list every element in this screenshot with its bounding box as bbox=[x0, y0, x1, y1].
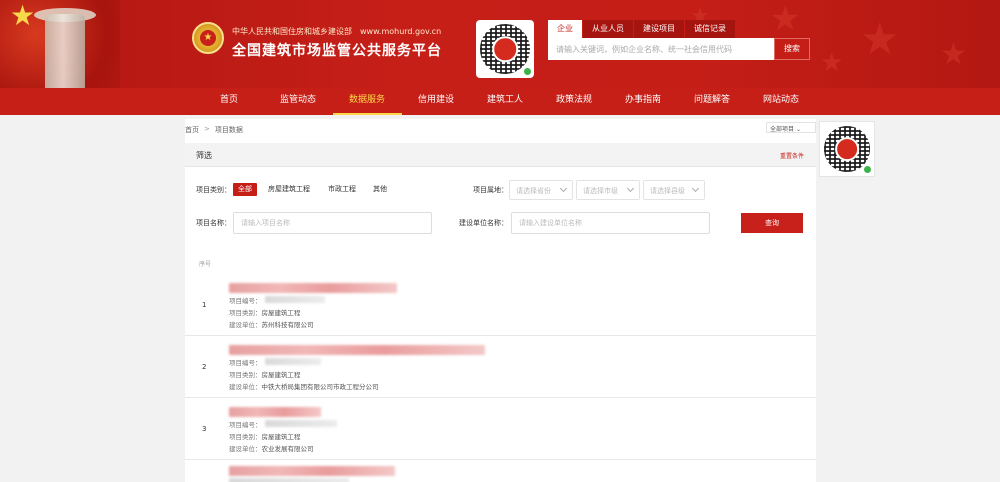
builder-label: 建设单位： bbox=[229, 445, 262, 453]
code-label: 项目编号： bbox=[229, 297, 262, 305]
county-select[interactable]: 请选择县级 bbox=[643, 180, 705, 200]
search-tab-project[interactable]: 建设项目 bbox=[634, 20, 684, 38]
ministry-name: 中华人民共和国住房和城乡建设部 www.mohurd.gov.cn bbox=[232, 26, 441, 37]
builder-name-label: 建设单位名称： bbox=[459, 219, 508, 227]
table-row[interactable]: 2 项目编号： 项目类别：房屋建筑工程 建设单位：中铁大桥局集团有限公司市政工程… bbox=[185, 336, 816, 398]
county-select-text: 请选择县级 bbox=[650, 187, 685, 195]
project-type-label: 项目类别： bbox=[196, 186, 231, 194]
redacted-project-code bbox=[265, 358, 321, 365]
redacted-project-title[interactable] bbox=[229, 466, 395, 476]
project-name-label: 项目名称： bbox=[196, 219, 231, 227]
chevron-down-icon bbox=[691, 184, 700, 193]
chevron-down-icon bbox=[559, 184, 568, 193]
project-region-label: 项目属地： bbox=[473, 186, 508, 194]
star-icon: ★ bbox=[10, 0, 36, 32]
huabiao-pillar-decoration bbox=[45, 14, 85, 88]
reset-filter-button[interactable]: 重置条件 bbox=[780, 151, 804, 160]
breadcrumb-current: 项目数据 bbox=[214, 126, 243, 134]
province-select-text: 请选择省份 bbox=[516, 187, 551, 195]
type-option-building[interactable]: 房屋建筑工程 bbox=[263, 183, 315, 196]
row-index: 3 bbox=[202, 425, 207, 433]
breadcrumb-home[interactable]: 首页 bbox=[185, 125, 199, 135]
query-button[interactable]: 查询 bbox=[741, 213, 803, 233]
search-tab-enterprise[interactable]: 企业 bbox=[548, 20, 582, 38]
breadcrumb-separator-icon: > bbox=[204, 125, 210, 133]
floating-qr-code bbox=[819, 121, 875, 177]
site-title: 全国建筑市场监管公共服务平台 bbox=[232, 43, 442, 59]
search-tab-credit[interactable]: 诚信记录 bbox=[685, 20, 735, 38]
type-option-all[interactable]: 全部 bbox=[233, 183, 257, 196]
nav-item-workers[interactable]: 建筑工人 bbox=[471, 88, 540, 115]
category-label: 项目类别： bbox=[229, 309, 262, 317]
search-tab-personnel[interactable]: 从业人员 bbox=[583, 20, 633, 38]
table-row[interactable]: 1 项目编号： 项目类别：房屋建筑工程 建设单位：苏州科技有限公司 bbox=[185, 274, 816, 336]
background-star-icon: ★ bbox=[770, 0, 801, 39]
project-name-input[interactable] bbox=[233, 212, 432, 234]
chevron-down-icon bbox=[626, 184, 635, 193]
builder-value: 农业发展有限公司 bbox=[261, 445, 314, 453]
redacted-project-title[interactable] bbox=[229, 345, 485, 355]
wechat-icon bbox=[863, 165, 872, 174]
nav-item-policy[interactable]: 政策法规 bbox=[540, 88, 609, 115]
nav-item-home[interactable]: 首页 bbox=[195, 88, 264, 115]
breadcrumb: 首页 > 项目数据 bbox=[185, 125, 243, 135]
nav-item-data-service[interactable]: 数据服务 bbox=[332, 88, 402, 115]
redacted-project-title[interactable] bbox=[229, 407, 321, 417]
nav-item-faq[interactable]: 问题解答 bbox=[678, 88, 747, 115]
redacted-project-title[interactable] bbox=[229, 283, 397, 293]
background-star-icon: ★ bbox=[940, 37, 967, 72]
index-column-header: 序号 bbox=[199, 261, 212, 268]
category-label: 项目类别： bbox=[229, 371, 262, 379]
table-row[interactable] bbox=[185, 460, 816, 482]
filter-header: 筛选 重置条件 bbox=[185, 143, 816, 167]
city-select-text: 请选择市级 bbox=[583, 187, 618, 195]
search-input[interactable] bbox=[548, 38, 774, 60]
type-option-municipal[interactable]: 市政工程 bbox=[323, 183, 361, 196]
builder-label: 建设单位： bbox=[229, 383, 262, 391]
table-row[interactable]: 3 项目编号： 项目类别：房屋建筑工程 建设单位：农业发展有限公司 bbox=[185, 398, 816, 460]
main-content: 首页 > 项目数据 筛选 重置条件 项目类别： 全部 房屋建筑工程 市政工程 其… bbox=[185, 119, 816, 482]
row-index: 2 bbox=[202, 363, 207, 371]
nav-item-site-news[interactable]: 网站动态 bbox=[747, 88, 816, 115]
row-index: 1 bbox=[202, 301, 207, 309]
code-label: 项目编号： bbox=[229, 421, 262, 429]
national-emblem-logo[interactable]: ★ bbox=[192, 22, 224, 54]
builder-name-input[interactable] bbox=[511, 212, 710, 234]
province-select[interactable]: 请选择省份 bbox=[509, 180, 573, 200]
search-box: 搜索 bbox=[548, 38, 810, 60]
project-scope-select[interactable]: 全部项目 ⌄ bbox=[766, 122, 816, 133]
project-scope-text: 全部项目 bbox=[770, 126, 795, 133]
city-select[interactable]: 请选择市级 bbox=[576, 180, 640, 200]
ministry-url[interactable]: www.mohurd.gov.cn bbox=[360, 27, 441, 36]
app-qr-code bbox=[476, 20, 534, 78]
redacted-project-code bbox=[265, 296, 325, 303]
ministry-label: 中华人民共和国住房和城乡建设部 bbox=[232, 27, 352, 36]
search-tabs: 企业 从业人员 建设项目 诚信记录 bbox=[548, 20, 736, 38]
breadcrumb-bar: 首页 > 项目数据 bbox=[185, 119, 816, 141]
nav-item-regulation-news[interactable]: 监管动态 bbox=[264, 88, 333, 115]
code-label: 项目编号： bbox=[229, 359, 262, 367]
category-value: 房屋建筑工程 bbox=[261, 309, 301, 317]
category-value: 房屋建筑工程 bbox=[261, 433, 301, 441]
category-value: 房屋建筑工程 bbox=[261, 371, 301, 379]
nav-item-credit[interactable]: 信用建设 bbox=[402, 88, 471, 115]
search-button[interactable]: 搜索 bbox=[774, 38, 810, 60]
background-star-icon: ★ bbox=[820, 48, 844, 78]
redacted-project-code bbox=[265, 420, 337, 427]
background-star-icon: ★ bbox=[860, 14, 900, 65]
wechat-icon bbox=[523, 67, 532, 76]
filter-title: 筛选 bbox=[196, 151, 212, 160]
nav-item-guide[interactable]: 办事指南 bbox=[609, 88, 678, 115]
builder-value: 中铁大桥局集团有限公司市政工程分公司 bbox=[261, 383, 379, 391]
type-option-other[interactable]: 其他 bbox=[368, 183, 392, 196]
main-nav: 首页 监管动态 数据服务 信用建设 建筑工人 政策法规 办事指南 问题解答 网站… bbox=[0, 88, 1000, 115]
chevron-down-icon: ⌄ bbox=[795, 126, 801, 133]
site-header: ★ ★ ★ ★ ★ ★ ★ 中华人民共和国住房和城乡建设部 www.mohurd.… bbox=[0, 0, 1000, 88]
builder-value: 苏州科技有限公司 bbox=[261, 321, 314, 329]
redacted-project-code bbox=[229, 478, 349, 482]
builder-label: 建设单位： bbox=[229, 321, 262, 329]
category-label: 项目类别： bbox=[229, 433, 262, 441]
